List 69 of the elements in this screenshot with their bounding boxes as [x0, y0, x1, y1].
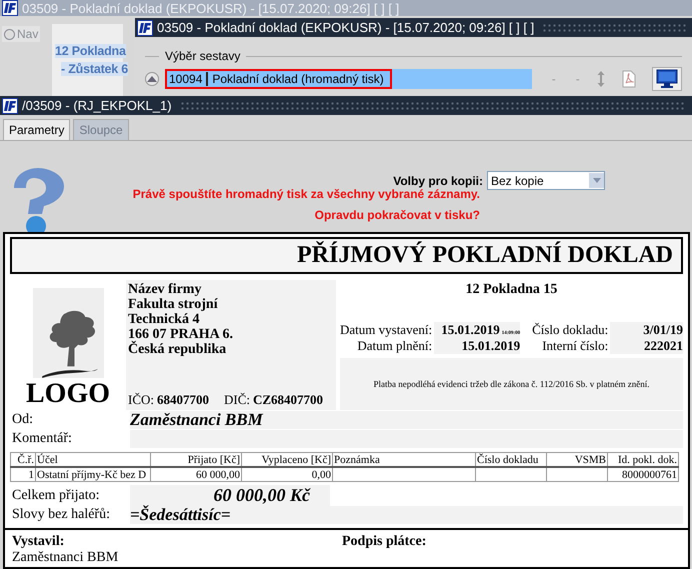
table-cell [546, 467, 608, 482]
copy-options-dropdown[interactable]: Bez kopie [487, 171, 605, 190]
company-line: Technická 4 [128, 312, 200, 327]
column-header: Id. pokl. dok. [608, 452, 678, 467]
table-cell: 1 [10, 467, 36, 482]
in-words-label: Slovy bez haléřů: [11, 506, 111, 522]
app-icon [2, 98, 18, 114]
from-label: Od: [11, 412, 34, 428]
note-text: Platba nepodléhá evidenci tržeb dle zákona č. 112/2016 Sb. v platném znění. [373, 379, 650, 389]
tree-item[interactable]: 12 Pokladna [55, 44, 126, 58]
window-title: /03509 - (RJ_EKPOKL_1) [22, 98, 172, 113]
copy-options-label: Volby pro kopii: [393, 174, 483, 188]
comment-label: Komentář: [11, 430, 73, 446]
column-header: Poznámka [332, 452, 476, 467]
tab[interactable]: Parametry [3, 119, 70, 140]
number-value: 3/01/19 [610, 322, 683, 338]
company-line: Česká republika [128, 342, 228, 357]
window-title: 03509 - Pokladní doklad (EKPOKUSR) - [15.07.2020; 09:26] [ ] [ ] [22, 0, 400, 16]
column-header: Vyplaceno [Kč] [242, 452, 332, 467]
table-cell [476, 467, 546, 482]
app-icon [137, 20, 153, 36]
total-label: Celkem přijato: [11, 488, 100, 504]
total-value: 60 000,00 Kč [130, 485, 330, 506]
number-label: Interní číslo: [541, 338, 608, 354]
warning-text: Právě spouštíte hromadný tisk za všechny vybrané záznamy. [132, 187, 480, 201]
table-cell: 0,00 [242, 467, 332, 482]
company-line: Název firmy [128, 282, 202, 297]
id-label: DIČ: [224, 392, 250, 408]
toolbar-mark: - [552, 72, 556, 86]
issued-by-name: Zaměstnanci BBM [12, 550, 120, 566]
id-value: CZ68407700 [253, 392, 324, 408]
group-label: Výběr sestavy [165, 49, 240, 63]
report-row[interactable]: 10094 Pokladní doklad (hromadný tisk) [165, 69, 392, 89]
window-title: 03509 - Pokladní doklad (EKPOKUSR) - [15.07.2020; 09:26] [ ] [ ] [157, 20, 534, 35]
toolbar-mark: - [576, 72, 580, 86]
in-words-value: =Šedesáttisíc= [130, 506, 683, 524]
cash-desk-name: 12 Pokladna 15 [464, 281, 558, 298]
number-value: 222021 [610, 338, 683, 354]
column-header: Přijato [Kč] [150, 452, 242, 467]
table-cell: 8000000761 [608, 467, 678, 482]
monitor-button[interactable] [652, 67, 682, 91]
date-label: Datum vystavení: [340, 322, 432, 338]
id-value: 68407700 [157, 392, 209, 408]
column-header: Číslo dokladu [476, 452, 546, 467]
pdf-document-icon[interactable] [622, 70, 636, 88]
warning-text: Opravdu pokračovat v tisku? [314, 208, 480, 222]
nav-radio[interactable]: Nav [2, 26, 40, 42]
up-arrow-icon [147, 76, 157, 82]
document-title: PŘÍJMOVÝ POKLADNÍ DOKLAD [10, 237, 683, 274]
column-header: VSMB [546, 452, 608, 467]
number-label: Číslo dokladu: [531, 322, 608, 338]
from-value: Zaměstnanci BBM [130, 410, 683, 428]
issued-by-label: Vystavil: [12, 534, 66, 550]
signature-label: Podpis plátce: [342, 534, 428, 550]
column-header: Č.ř. [10, 452, 36, 467]
column-header: Účel [36, 452, 150, 467]
tree-logo-icon [32, 288, 104, 378]
table-cell: Ostatní příjmy-Kč bez D [36, 467, 150, 482]
id-label: IČO: [128, 392, 154, 408]
scroll-up-button[interactable] [145, 72, 159, 86]
date-label: Datum plnění: [356, 338, 432, 354]
tree-item[interactable]: - Zůstatek 6 [61, 62, 128, 76]
table-cell: 60 000,00 [150, 467, 242, 482]
dropdown-arrow-icon [592, 178, 600, 183]
company-line: Fakulta strojní [128, 297, 219, 312]
company-line: 166 07 PRAHA 6. [128, 327, 234, 342]
app-icon [2, 0, 18, 16]
logo-text: LOGO [26, 378, 110, 410]
date-value: 15.01.2019 [434, 338, 520, 354]
